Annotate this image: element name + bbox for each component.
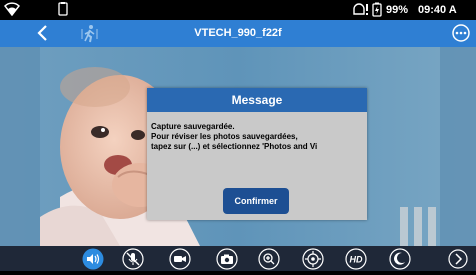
svg-text:HD: HD [350, 255, 363, 265]
bottom-toolbar: HD [0, 246, 476, 271]
speaker-icon[interactable] [82, 248, 104, 270]
dialog-message: Capture sauvegardée. Pour réviser les ph… [151, 122, 365, 152]
dialog-line-2: Pour réviser les photos sauvegardées, [151, 132, 298, 141]
pan-tilt-icon[interactable] [302, 248, 324, 270]
confirm-button[interactable]: Confirmer [223, 188, 289, 214]
device-name-title: VTECH_990_f22f [194, 27, 282, 39]
mic-muted-icon[interactable] [122, 248, 144, 270]
more-options-icon[interactable] [452, 24, 470, 47]
next-arrow-icon[interactable] [447, 248, 469, 270]
notification-icon [352, 3, 370, 19]
clock: 09:40 A [418, 4, 457, 16]
battery-icon [372, 2, 382, 20]
wifi-icon [3, 2, 21, 19]
dialog-title: Message [147, 88, 367, 112]
camera-icon[interactable] [216, 248, 238, 270]
zoom-in-icon[interactable] [258, 248, 280, 270]
video-camera-icon[interactable] [169, 248, 191, 270]
hd-icon[interactable]: HD [345, 248, 367, 270]
dialog-line-1: Capture sauvegardée. [151, 122, 235, 131]
title-bar: VTECH_990_f22f [0, 20, 476, 47]
status-bar: 99% 09:40 A [0, 0, 476, 20]
phone-icon [58, 2, 68, 19]
dialog-line-3: tapez sur (...) et sélectionnez 'Photos … [151, 142, 318, 151]
message-dialog: Message Capture sauvegardée. Pour révise… [147, 88, 367, 220]
battery-level: 99% [386, 4, 409, 16]
night-mode-icon[interactable] [389, 248, 411, 270]
